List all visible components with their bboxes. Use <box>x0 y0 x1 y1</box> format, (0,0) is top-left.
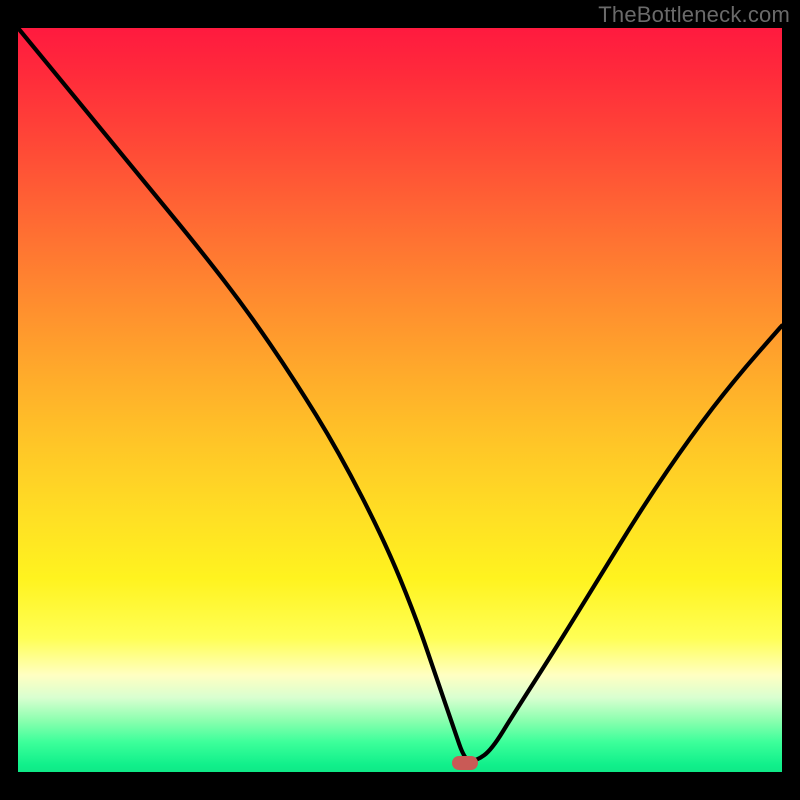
bottleneck-curve-path <box>18 28 782 761</box>
watermark-text: TheBottleneck.com <box>598 2 790 28</box>
curve-svg <box>18 28 782 772</box>
chart-frame: TheBottleneck.com <box>0 0 800 800</box>
plot-area <box>18 28 782 772</box>
optimum-marker <box>452 756 478 770</box>
